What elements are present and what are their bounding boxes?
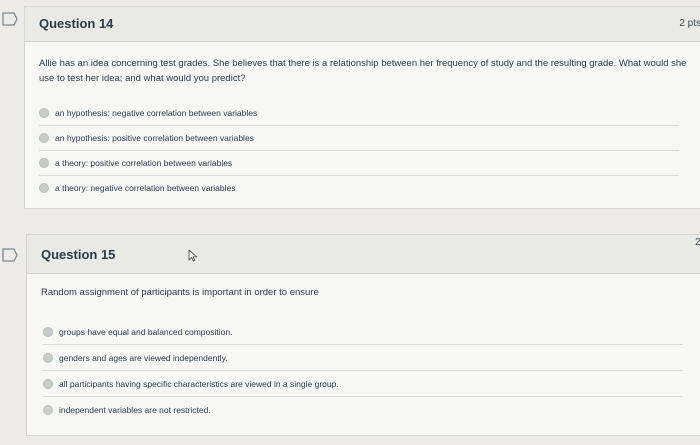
question-points: 2 p [695, 237, 700, 248]
answer-option[interactable]: an hypothesis: negative correlation betw… [39, 101, 679, 125]
question-header: Question 15 2 p [27, 235, 700, 274]
flag-question-icon[interactable] [2, 248, 18, 262]
answer-option[interactable]: a theory: negative correlation between v… [39, 175, 679, 200]
answer-label: a theory: positive correlation between v… [55, 158, 233, 168]
question-title: Question 15 [41, 247, 116, 262]
answer-option[interactable]: groups have equal and balanced compositi… [43, 319, 683, 344]
answer-label: an hypothesis: positive correlation betw… [55, 133, 254, 143]
answer-label: all participants having specific charact… [59, 378, 339, 389]
flag-question-icon[interactable] [2, 12, 18, 26]
radio-button[interactable] [39, 133, 49, 143]
question-header: Question 14 2 pts [25, 7, 700, 42]
answer-label: genders and ages are viewed independentl… [59, 352, 228, 363]
radio-button[interactable] [39, 108, 49, 118]
answer-label: independent variables are not restricted… [59, 404, 211, 415]
answer-option[interactable]: all participants having specific charact… [43, 370, 683, 396]
radio-button[interactable] [43, 352, 53, 363]
answer-label: groups have equal and balanced compositi… [59, 326, 233, 337]
question-text: Allie has an idea concerning test grades… [39, 58, 687, 84]
radio-button[interactable] [43, 326, 53, 337]
mouse-pointer-icon [188, 249, 198, 267]
radio-button[interactable] [39, 183, 49, 193]
answer-option[interactable]: an hypothesis: positive correlation betw… [39, 125, 679, 150]
question-card-14: Question 14 2 pts Allie has an idea conc… [24, 6, 700, 209]
answer-label: a theory: negative correlation between v… [55, 183, 236, 193]
radio-button[interactable] [39, 158, 49, 168]
question-points: 2 pts [679, 18, 700, 29]
question-text: Random assignment of participants is imp… [41, 287, 319, 298]
answer-list: an hypothesis: negative correlation betw… [39, 101, 679, 200]
answer-list: groups have equal and balanced compositi… [43, 319, 683, 422]
answer-option[interactable]: independent variables are not restricted… [43, 396, 683, 422]
question-title: Question 14 [39, 16, 114, 31]
question-card-15: Question 15 2 p Random assignment of par… [26, 234, 700, 436]
answer-option[interactable]: a theory: positive correlation between v… [39, 150, 679, 175]
answer-option[interactable]: genders and ages are viewed independentl… [43, 344, 683, 370]
radio-button[interactable] [43, 378, 53, 389]
answer-label: an hypothesis: negative correlation betw… [55, 108, 258, 118]
radio-button[interactable] [43, 404, 53, 415]
